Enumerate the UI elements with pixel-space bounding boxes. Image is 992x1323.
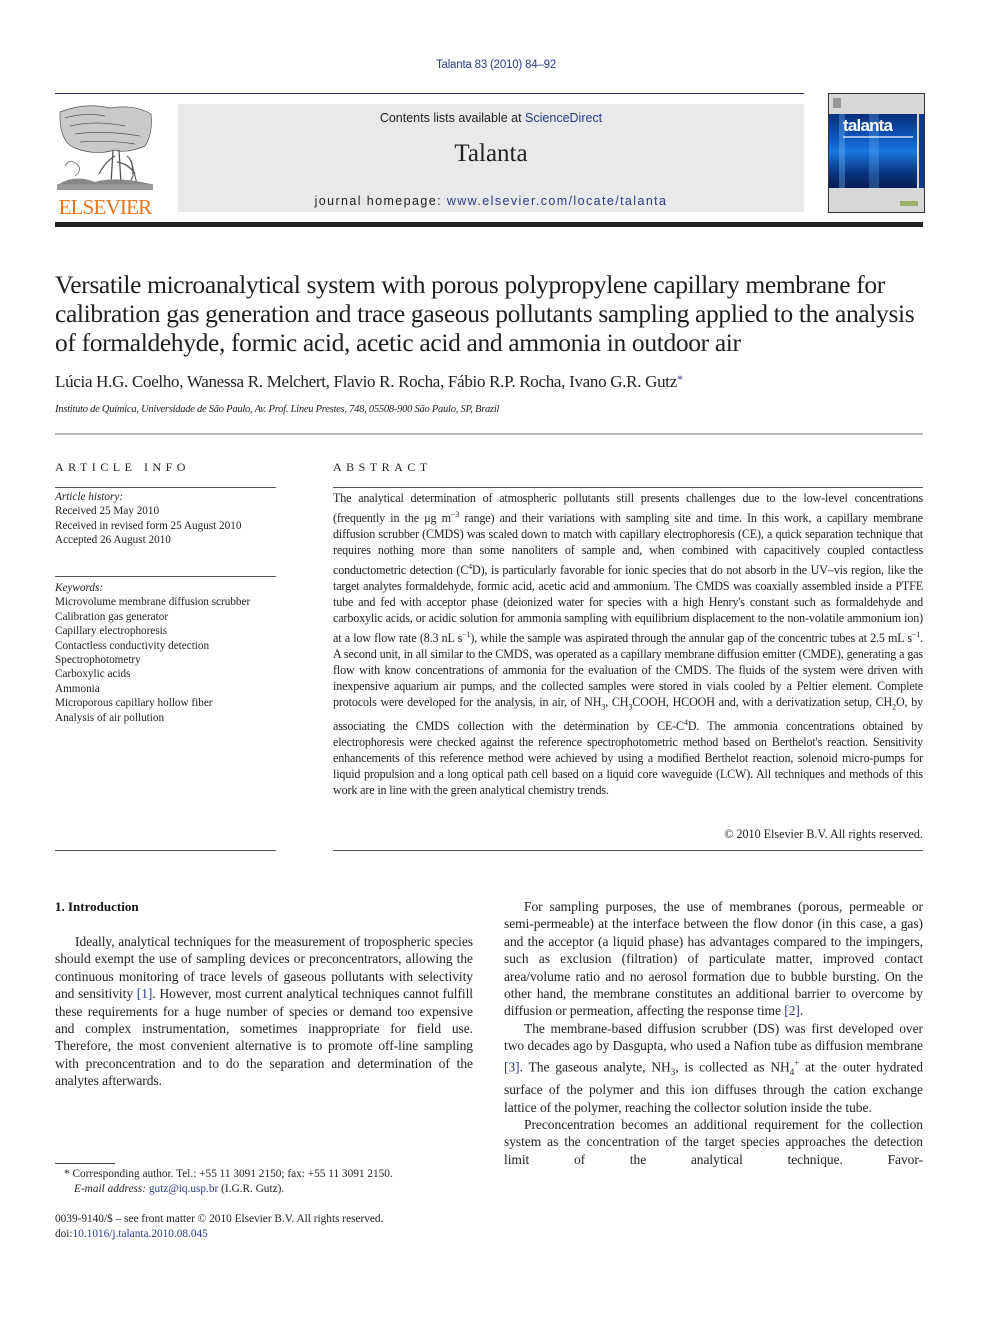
keyword-item: Carboxylic acids xyxy=(55,668,131,681)
corresponding-author-footnote: * Corresponding author. Tel.: +55 11 309… xyxy=(64,1167,484,1197)
corresponding-author-marker[interactable]: * xyxy=(677,372,683,386)
keyword-item: Contactless conductivity detection xyxy=(55,639,210,652)
citation-ref-3[interactable]: [3] xyxy=(504,1059,520,1074)
elsevier-logo[interactable]: ELSEVIER xyxy=(53,104,157,219)
body-paragraph: The membrane-based diffusion scrubber (D… xyxy=(504,1020,923,1116)
authors-text: Lúcia H.G. Coelho, Wanessa R. Melchert, … xyxy=(55,372,677,391)
subscript: 4 xyxy=(789,1066,795,1077)
history-received: Received 25 May 2010 xyxy=(55,505,160,518)
article-history: Article history: Received 25 May 2010 Re… xyxy=(55,490,285,548)
header-thick-rule xyxy=(55,222,923,227)
abstract-superscript: −3 xyxy=(450,509,460,519)
contents-prefix: Contents lists available at xyxy=(379,111,526,125)
keywords-rule xyxy=(55,576,276,577)
citation-ref-1[interactable]: [1] xyxy=(137,986,153,1001)
paragraph-text: Preconcentration becomes an additional r… xyxy=(504,1117,923,1167)
keywords-label: Keywords: xyxy=(55,582,104,594)
abstract-rule xyxy=(333,487,923,488)
elsevier-tree-icon xyxy=(57,105,153,190)
author-list: Lúcia H.G. Coelho, Wanessa R. Melchert, … xyxy=(55,372,935,392)
body-column-right: For sampling purposes, the use of membra… xyxy=(504,898,923,1168)
paragraph-text: The membrane-based diffusion scrubber (D… xyxy=(504,1020,923,1054)
abstract-segment: COOH, HCOOH and, with a derivatization s… xyxy=(632,694,893,709)
abstract-segment: ), while the sample was aspirated throug… xyxy=(470,630,912,645)
keyword-item: Calibration gas generator xyxy=(55,610,169,623)
article-info-heading: ARTICLE INFO xyxy=(55,460,190,474)
email-label: E-mail address: xyxy=(74,1183,149,1195)
doi-prefix: doi: xyxy=(55,1228,73,1240)
section-heading-introduction: 1. Introduction xyxy=(55,899,139,914)
body-paragraph: Ideally, analytical techniques for the m… xyxy=(55,933,473,1090)
history-label: Article history: xyxy=(55,491,124,503)
cover-subtitle xyxy=(843,136,913,138)
abstract-heading: ABSTRACT xyxy=(333,460,432,474)
keyword-item: Microporous capillary hollow fiber xyxy=(55,697,213,710)
paragraph-text: . However, most current analytical techn… xyxy=(55,986,473,1089)
abstract-text: The analytical determination of atmosphe… xyxy=(333,491,923,799)
body-column-left: Ideally, analytical techniques for the m… xyxy=(55,933,473,1090)
keywords-list: Keywords: Microvolume membrane diffusion… xyxy=(55,581,285,725)
header-top-rule xyxy=(55,93,804,94)
cover-footer-logo-icon xyxy=(900,201,918,206)
homepage-prefix: journal homepage: xyxy=(314,194,447,208)
sciencedirect-link[interactable]: ScienceDirect xyxy=(525,111,602,125)
journal-banner: Contents lists available at ScienceDirec… xyxy=(178,104,804,212)
paragraph-text: . xyxy=(799,1003,804,1019)
journal-name: Talanta xyxy=(454,140,528,167)
title-divider xyxy=(55,433,923,435)
paper-title: Versatile microanalytical system with po… xyxy=(55,270,915,357)
paragraph-text: For sampling purposes, the use of membra… xyxy=(504,899,923,1019)
cover-emblem-icon xyxy=(833,98,841,108)
paragraph-text: , is collected as NH xyxy=(675,1059,790,1075)
doi-link[interactable]: 10.1016/j.talanta.2010.08.045 xyxy=(73,1228,208,1240)
journal-cover-image[interactable]: talanta xyxy=(828,93,925,213)
footnote-rule xyxy=(55,1163,115,1164)
elsevier-wordmark: ELSEVIER xyxy=(58,195,153,219)
keyword-item: Microvolume membrane diffusion scrubber xyxy=(55,596,251,609)
body-paragraph: For sampling purposes, the use of membra… xyxy=(504,898,923,1020)
keyword-item: Capillary electrophoresis xyxy=(55,625,168,638)
keyword-item: Ammonia xyxy=(55,682,100,695)
email-suffix: (I.G.R. Gutz). xyxy=(218,1183,285,1195)
footnote-contact: Corresponding author. Tel.: +55 11 3091 … xyxy=(69,1168,393,1180)
journal-citation-link[interactable]: Talanta 83 (2010) 84–92 xyxy=(0,59,992,71)
history-revised: Received in revised form 25 August 2010 xyxy=(55,519,242,532)
author-email-link[interactable]: gutz@iq.usp.br xyxy=(149,1183,218,1195)
body-paragraph: Preconcentration becomes an additional r… xyxy=(504,1116,923,1168)
citation-ref-2[interactable]: [2] xyxy=(784,1003,800,1018)
abstract-copyright: © 2010 Elsevier B.V. All rights reserved… xyxy=(724,827,923,841)
article-info-rule xyxy=(55,487,276,488)
history-accepted: Accepted 26 August 2010 xyxy=(55,534,171,547)
article-info-bottom-rule xyxy=(55,850,276,851)
keyword-item: Spectrophotometry xyxy=(55,654,141,667)
issn-line: 0039-9140/$ – see front matter © 2010 El… xyxy=(55,1213,384,1225)
cover-spine xyxy=(919,114,924,188)
abstract-segment: , CH xyxy=(605,694,629,709)
affiliation: Instituto de Química, Universidade de Sã… xyxy=(55,404,500,415)
cover-title: talanta xyxy=(843,116,893,135)
abstract-bottom-rule xyxy=(333,850,923,851)
front-matter: 0039-9140/$ – see front matter © 2010 El… xyxy=(55,1212,485,1242)
abstract-superscript: −1 xyxy=(911,629,921,639)
homepage-line: journal homepage: www.elsevier.com/locat… xyxy=(178,194,804,208)
journal-homepage-link[interactable]: www.elsevier.com/locate/talanta xyxy=(447,194,668,208)
keyword-item: Analysis of air pollution xyxy=(55,711,165,724)
contents-line: Contents lists available at ScienceDirec… xyxy=(178,111,804,125)
paragraph-text: . The gaseous analyte, NH xyxy=(519,1059,671,1075)
